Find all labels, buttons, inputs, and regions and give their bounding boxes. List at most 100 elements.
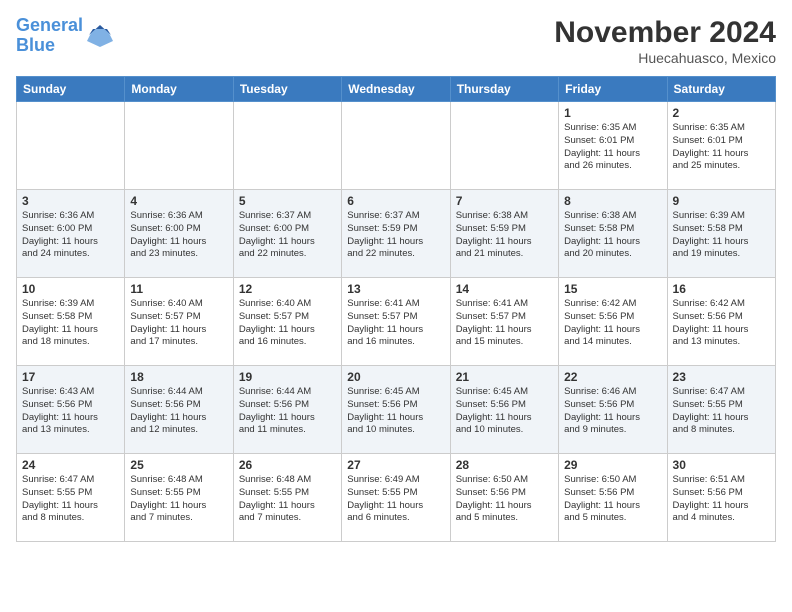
calendar-cell: 5Sunrise: 6:37 AM Sunset: 6:00 PM Daylig…: [233, 190, 341, 278]
day-number: 10: [22, 282, 119, 296]
calendar-cell: 3Sunrise: 6:36 AM Sunset: 6:00 PM Daylig…: [17, 190, 125, 278]
day-info: Sunrise: 6:45 AM Sunset: 5:56 PM Dayligh…: [347, 386, 444, 437]
week-row-5: 24Sunrise: 6:47 AM Sunset: 5:55 PM Dayli…: [17, 454, 776, 542]
day-info: Sunrise: 6:44 AM Sunset: 5:56 PM Dayligh…: [239, 386, 336, 437]
day-number: 19: [239, 370, 336, 384]
days-header-row: SundayMondayTuesdayWednesdayThursdayFrid…: [17, 77, 776, 102]
day-number: 14: [456, 282, 553, 296]
day-info: Sunrise: 6:39 AM Sunset: 5:58 PM Dayligh…: [22, 298, 119, 349]
week-row-4: 17 Sunrise: 6:43 AM Sunset: 5:56 PM Dayli…: [17, 366, 776, 454]
day-info: Sunrise: 6:46 AM Sunset: 5:56 PM Dayligh…: [564, 386, 661, 437]
day-number: 5: [239, 194, 336, 208]
day-number: 27: [347, 458, 444, 472]
calendar-cell: 19 Sunrise: 6:44 AM Sunset: 5:56 PM Dayli…: [233, 366, 341, 454]
day-number: 4: [130, 194, 227, 208]
calendar-cell: 25 Sunrise: 6:48 AM Sunset: 5:55 PM Dayli…: [125, 454, 233, 542]
day-number: 24: [22, 458, 119, 472]
calendar-cell: 16 Sunrise: 6:42 AM Sunset: 5:56 PM Dayli…: [667, 278, 775, 366]
calendar-table: SundayMondayTuesdayWednesdayThursdayFrid…: [16, 76, 776, 542]
day-info: Sunrise: 6:45 AM Sunset: 5:56 PM Dayligh…: [456, 386, 553, 437]
day-info: Sunrise: 6:41 AM Sunset: 5:57 PM Dayligh…: [347, 298, 444, 349]
day-info: Sunrise: 6:40 AM Sunset: 5:57 PM Dayligh…: [239, 298, 336, 349]
day-number: 21: [456, 370, 553, 384]
calendar-cell: 8Sunrise: 6:38 AM Sunset: 5:58 PM Daylig…: [559, 190, 667, 278]
day-header-saturday: Saturday: [667, 77, 775, 102]
day-header-wednesday: Wednesday: [342, 77, 450, 102]
day-number: 15: [564, 282, 661, 296]
calendar-cell: 6 Sunrise: 6:37 AM Sunset: 5:59 PM Daylig…: [342, 190, 450, 278]
logo-text: General Blue: [16, 16, 83, 56]
day-number: 1: [564, 106, 661, 120]
calendar-cell: 9Sunrise: 6:39 AM Sunset: 5:58 PM Daylig…: [667, 190, 775, 278]
calendar-cell: 17 Sunrise: 6:43 AM Sunset: 5:56 PM Dayli…: [17, 366, 125, 454]
day-info: Sunrise: 6:44 AM Sunset: 5:56 PM Dayligh…: [130, 386, 227, 437]
calendar-cell: 29 Sunrise: 6:50 AM Sunset: 5:56 PM Dayli…: [559, 454, 667, 542]
calendar-cell: 26 Sunrise: 6:48 AM Sunset: 5:55 PM Dayli…: [233, 454, 341, 542]
day-info: Sunrise: 6:42 AM Sunset: 5:56 PM Dayligh…: [673, 298, 770, 349]
day-number: 7: [456, 194, 553, 208]
day-header-sunday: Sunday: [17, 77, 125, 102]
day-number: 22: [564, 370, 661, 384]
day-info: Sunrise: 6:51 AM Sunset: 5:56 PM Dayligh…: [673, 474, 770, 525]
calendar-cell: 21 Sunrise: 6:45 AM Sunset: 5:56 PM Dayli…: [450, 366, 558, 454]
day-info: Sunrise: 6:38 AM Sunset: 5:59 PM Dayligh…: [456, 210, 553, 261]
week-row-1: 1 Sunrise: 6:35 AM Sunset: 6:01 PM Daylig…: [17, 102, 776, 190]
day-number: 20: [347, 370, 444, 384]
week-row-2: 3Sunrise: 6:36 AM Sunset: 6:00 PM Daylig…: [17, 190, 776, 278]
day-header-thursday: Thursday: [450, 77, 558, 102]
calendar-cell: 22 Sunrise: 6:46 AM Sunset: 5:56 PM Dayli…: [559, 366, 667, 454]
title-block: November 2024 Huecahuasco, Mexico: [554, 16, 776, 66]
day-info: Sunrise: 6:48 AM Sunset: 5:55 PM Dayligh…: [130, 474, 227, 525]
logo-line2: Blue: [16, 35, 55, 55]
calendar-cell: 18 Sunrise: 6:44 AM Sunset: 5:56 PM Dayli…: [125, 366, 233, 454]
page: General Blue November 2024 Huecahuasco, …: [0, 0, 792, 612]
day-info: Sunrise: 6:37 AM Sunset: 5:59 PM Dayligh…: [347, 210, 444, 261]
day-info: Sunrise: 6:48 AM Sunset: 5:55 PM Dayligh…: [239, 474, 336, 525]
calendar-cell: 1 Sunrise: 6:35 AM Sunset: 6:01 PM Daylig…: [559, 102, 667, 190]
header: General Blue November 2024 Huecahuasco, …: [16, 16, 776, 66]
day-number: 30: [673, 458, 770, 472]
logo-line1: General: [16, 15, 83, 35]
day-info: Sunrise: 6:47 AM Sunset: 5:55 PM Dayligh…: [673, 386, 770, 437]
day-number: 26: [239, 458, 336, 472]
calendar-cell: 13Sunrise: 6:41 AM Sunset: 5:57 PM Dayli…: [342, 278, 450, 366]
day-number: 23: [673, 370, 770, 384]
day-info: Sunrise: 6:35 AM Sunset: 6:01 PM Dayligh…: [564, 122, 661, 173]
day-number: 6: [347, 194, 444, 208]
location: Huecahuasco, Mexico: [554, 50, 776, 66]
day-info: Sunrise: 6:38 AM Sunset: 5:58 PM Dayligh…: [564, 210, 661, 261]
day-number: 18: [130, 370, 227, 384]
day-number: 17: [22, 370, 119, 384]
day-number: 12: [239, 282, 336, 296]
day-number: 28: [456, 458, 553, 472]
calendar-cell: 24Sunrise: 6:47 AM Sunset: 5:55 PM Dayli…: [17, 454, 125, 542]
calendar-cell: 27 Sunrise: 6:49 AM Sunset: 5:55 PM Dayli…: [342, 454, 450, 542]
day-info: Sunrise: 6:50 AM Sunset: 5:56 PM Dayligh…: [456, 474, 553, 525]
logo-icon: [85, 21, 115, 51]
calendar-cell: 2 Sunrise: 6:35 AM Sunset: 6:01 PM Daylig…: [667, 102, 775, 190]
day-info: Sunrise: 6:43 AM Sunset: 5:56 PM Dayligh…: [22, 386, 119, 437]
day-number: 2: [673, 106, 770, 120]
calendar-cell: 12 Sunrise: 6:40 AM Sunset: 5:57 PM Dayli…: [233, 278, 341, 366]
day-info: Sunrise: 6:41 AM Sunset: 5:57 PM Dayligh…: [456, 298, 553, 349]
calendar-cell: 20 Sunrise: 6:45 AM Sunset: 5:56 PM Dayli…: [342, 366, 450, 454]
day-header-monday: Monday: [125, 77, 233, 102]
day-info: Sunrise: 6:35 AM Sunset: 6:01 PM Dayligh…: [673, 122, 770, 173]
calendar-cell: [233, 102, 341, 190]
calendar-cell: 15 Sunrise: 6:42 AM Sunset: 5:56 PM Dayli…: [559, 278, 667, 366]
day-number: 25: [130, 458, 227, 472]
calendar-cell: 14 Sunrise: 6:41 AM Sunset: 5:57 PM Dayli…: [450, 278, 558, 366]
day-info: Sunrise: 6:49 AM Sunset: 5:55 PM Dayligh…: [347, 474, 444, 525]
day-number: 16: [673, 282, 770, 296]
calendar-cell: [342, 102, 450, 190]
day-number: 29: [564, 458, 661, 472]
day-info: Sunrise: 6:42 AM Sunset: 5:56 PM Dayligh…: [564, 298, 661, 349]
calendar-cell: [125, 102, 233, 190]
day-info: Sunrise: 6:50 AM Sunset: 5:56 PM Dayligh…: [564, 474, 661, 525]
day-info: Sunrise: 6:36 AM Sunset: 6:00 PM Dayligh…: [22, 210, 119, 261]
calendar-cell: 7 Sunrise: 6:38 AM Sunset: 5:59 PM Daylig…: [450, 190, 558, 278]
month-title: November 2024: [554, 16, 776, 50]
calendar-cell: 23 Sunrise: 6:47 AM Sunset: 5:55 PM Dayli…: [667, 366, 775, 454]
day-info: Sunrise: 6:39 AM Sunset: 5:58 PM Dayligh…: [673, 210, 770, 261]
day-header-friday: Friday: [559, 77, 667, 102]
